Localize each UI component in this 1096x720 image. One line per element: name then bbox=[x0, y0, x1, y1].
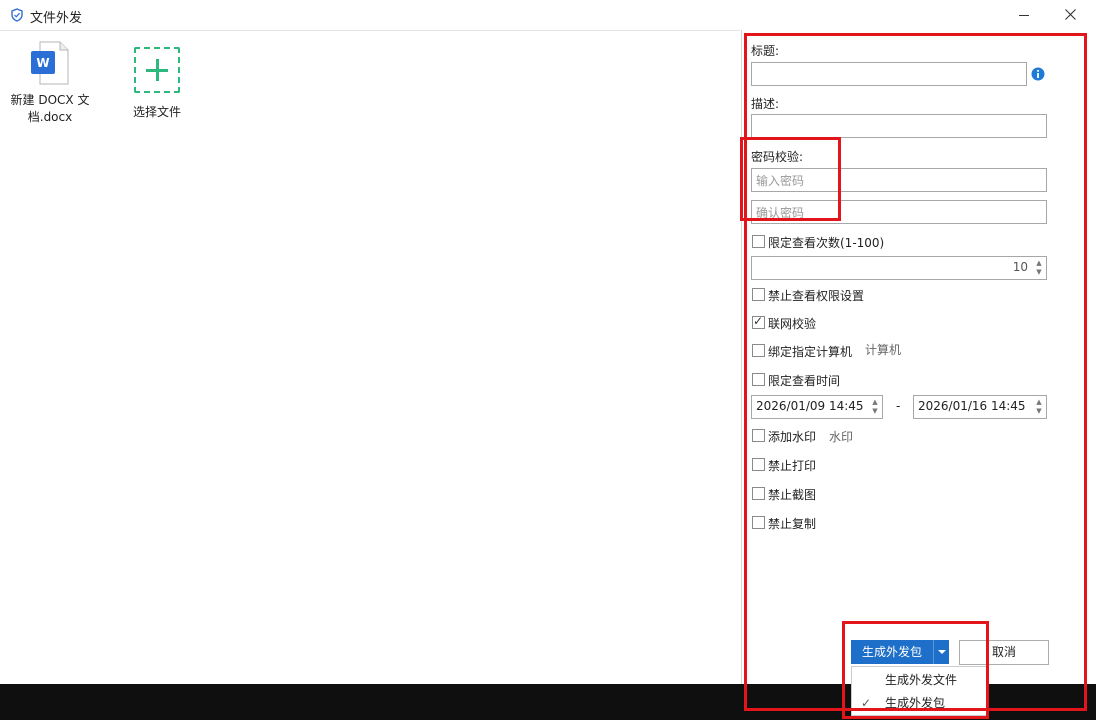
svg-text:W: W bbox=[36, 56, 49, 70]
select-file-label[interactable]: 选择文件 bbox=[122, 103, 192, 120]
annotation-box-generate bbox=[842, 621, 989, 719]
file-name-line1: 新建 DOCX 文 bbox=[10, 93, 90, 107]
file-name-line2: 档.docx bbox=[27, 110, 73, 124]
add-file-icon[interactable] bbox=[134, 47, 180, 93]
annotation-box-password bbox=[740, 137, 841, 221]
minimize-button[interactable] bbox=[1006, 0, 1042, 30]
file-item-docx[interactable]: W 新建 DOCX 文 档.docx bbox=[10, 40, 90, 126]
word-doc-icon: W bbox=[31, 41, 69, 85]
title-bar: 文件外发 bbox=[0, 0, 1096, 30]
annotation-box-settings bbox=[744, 33, 1087, 711]
file-list-pane bbox=[0, 30, 740, 685]
close-icon bbox=[1065, 9, 1076, 20]
close-button[interactable] bbox=[1050, 0, 1090, 30]
window-title: 文件外发 bbox=[30, 11, 83, 26]
shield-icon bbox=[11, 8, 23, 22]
